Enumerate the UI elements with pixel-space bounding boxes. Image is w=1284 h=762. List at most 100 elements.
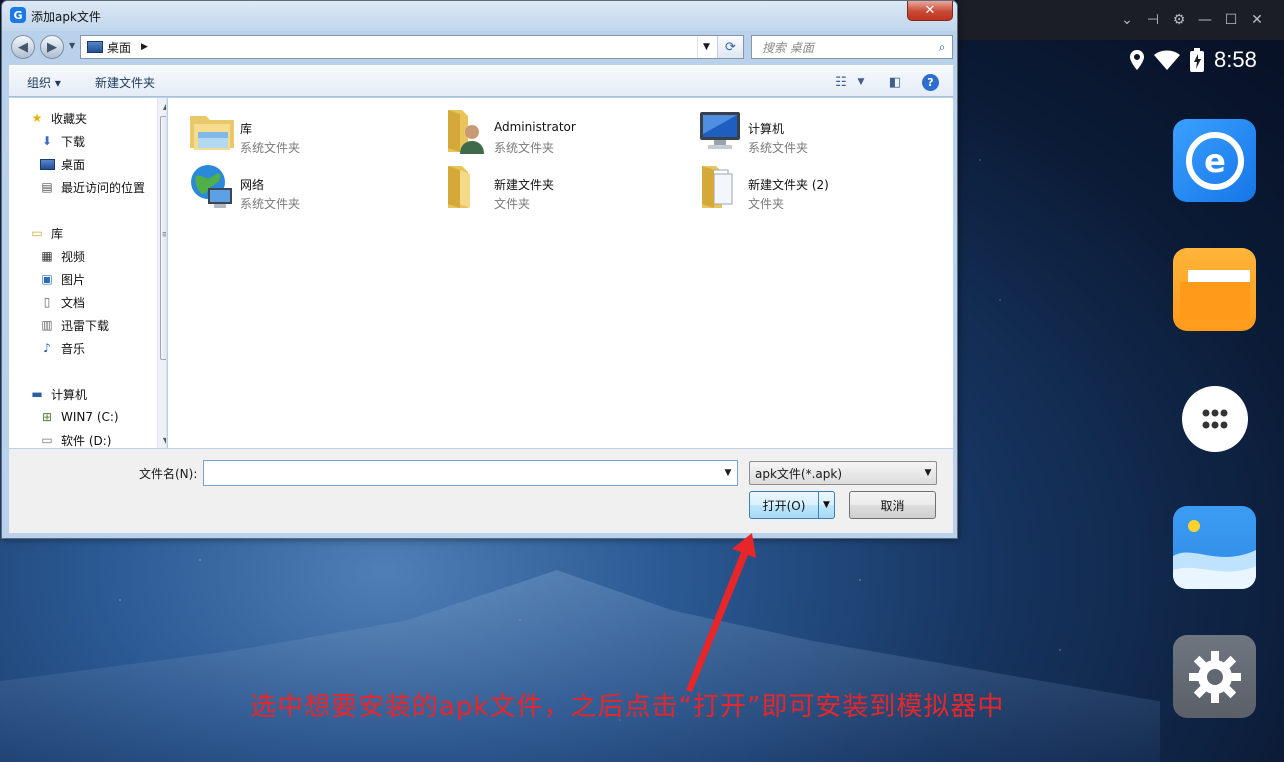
address-location[interactable]: 桌面 — [107, 39, 131, 56]
filetype-value: apk文件(*.apk) — [755, 466, 843, 481]
nav-desktop-label: 桌面 — [61, 157, 86, 172]
music-icon: ♪ — [43, 341, 51, 355]
nav-videos-label: 视频 — [61, 249, 86, 264]
location-icon — [1130, 50, 1144, 70]
gear-icon[interactable]: ⚙ — [1166, 0, 1192, 40]
file-list: 库 系统文件夹 Administrator 系统文件夹 计算机 系统文件夹 网络… — [168, 98, 953, 448]
nav-scrollbar[interactable]: ▲ ≡ ▼ — [157, 98, 166, 448]
nav-desktop[interactable]: 桌面 — [39, 154, 85, 174]
emulator-title-bar: ⌄ ⊣ ⚙ — ☐ ✕ — [958, 0, 1284, 40]
computer-icon — [700, 112, 740, 149]
file-name: Administrator — [494, 120, 576, 134]
filetype-select[interactable]: apk文件(*.apk) ▼ — [749, 461, 937, 485]
close-icon[interactable]: ✕ — [1244, 0, 1270, 40]
drive-icon: ▭ — [41, 433, 53, 447]
file-type: 系统文件夹 — [748, 141, 809, 155]
nav-libraries[interactable]: ▭ 库 — [29, 223, 63, 243]
file-item-new-folder-2[interactable]: 新建文件夹 (2) 文件夹 — [696, 162, 936, 212]
breadcrumb-arrow-icon[interactable]: ▶ — [141, 42, 148, 52]
forward-arrow-icon: ▶ — [47, 39, 57, 55]
file-type: 文件夹 — [494, 197, 531, 211]
nav-videos[interactable]: ▦ 视频 — [39, 246, 85, 266]
network-globe-icon — [191, 165, 232, 208]
nav-music-label: 音乐 — [61, 341, 86, 356]
nav-pictures-label: 图片 — [61, 272, 86, 287]
nav-computer-label: 计算机 — [51, 387, 88, 402]
file-item-new-folder[interactable]: 新建文件夹 文件夹 — [442, 162, 682, 212]
view-dropdown-icon[interactable]: ▼ — [851, 73, 871, 91]
browser-app-icon[interactable]: e — [1173, 119, 1256, 202]
nav-drive-c[interactable]: ⊞ WIN7 (C:) — [39, 407, 119, 427]
nav-drive-d[interactable]: ▭ 软件 (D:) — [39, 430, 111, 448]
recent-pages-dropdown[interactable]: ▼ — [69, 41, 75, 50]
app-drawer-icon[interactable] — [1173, 377, 1256, 460]
add-apk-dialog: G 添加apk文件 ✕ ◀ ▶ ▼ 桌面 ▶ ▼ ⟳ 搜索 桌面 ⌕ 组织 ▾ … — [1, 0, 958, 539]
navigation-pane: ★ 收藏夹 ⬇ 下载 桌面 ▤ 最近访问的位置 ▭ 库 ▦ 视频 ▣ 图片 ▯ 文档 ▥ 迅雷下… — [9, 98, 167, 448]
address-dropdown[interactable]: ▼ — [697, 36, 715, 58]
dialog-close-button[interactable]: ✕ — [907, 1, 953, 21]
scroll-up-icon[interactable]: ▲ — [158, 98, 166, 114]
nav-xunlei-label: 迅雷下载 — [61, 318, 110, 333]
folder-with-documents-icon — [702, 166, 733, 208]
filename-input[interactable] — [207, 462, 707, 484]
folder-icon: ▥ — [41, 318, 53, 332]
minimize-icon[interactable]: — — [1192, 0, 1218, 40]
recent-places-icon: ▤ — [41, 180, 53, 194]
desktop-icon — [39, 157, 55, 171]
user-folder-icon — [448, 110, 484, 154]
search-box[interactable]: 搜索 桌面 ⌕ — [751, 35, 953, 59]
file-name: 新建文件夹 — [494, 178, 555, 192]
open-button-label: 打开(O) — [762, 498, 806, 513]
filename-field[interactable]: ▼ — [203, 460, 738, 486]
nav-documents[interactable]: ▯ 文档 — [39, 292, 85, 312]
nav-favorites-label: 收藏夹 — [51, 111, 88, 126]
file-name: 网络 — [240, 178, 265, 192]
chevron-down-icon: ▼ — [924, 468, 932, 478]
preview-pane-icon[interactable]: ◧ — [885, 73, 905, 91]
app-logo-icon: G — [10, 7, 26, 23]
search-icon[interactable]: ⌕ — [932, 40, 952, 55]
nav-favorites[interactable]: ★ 收藏夹 — [29, 108, 87, 128]
file-item-administrator[interactable]: Administrator 系统文件夹 — [442, 106, 682, 156]
file-manager-app-icon[interactable] — [1173, 248, 1256, 331]
folder-icon — [448, 166, 470, 208]
open-split-dropdown-icon[interactable]: ▼ — [818, 492, 834, 518]
open-button[interactable]: 打开(O) ▼ — [749, 491, 835, 519]
nav-music[interactable]: ♪ 音乐 — [39, 338, 85, 358]
gallery-app-icon[interactable] — [1173, 506, 1256, 589]
dialog-title-bar: G 添加apk文件 ✕ — [2, 1, 957, 31]
cancel-button[interactable]: 取消 — [849, 491, 936, 519]
dialog-title: 添加apk文件 — [31, 10, 101, 24]
navigation-row: ◀ ▶ ▼ 桌面 ▶ ▼ ⟳ 搜索 桌面 ⌕ — [9, 33, 953, 61]
file-name: 新建文件夹 (2) — [748, 178, 829, 192]
address-bar[interactable]: 桌面 ▶ ▼ ⟳ — [80, 35, 744, 59]
search-input[interactable]: 搜索 桌面 — [762, 39, 932, 56]
nav-pictures[interactable]: ▣ 图片 — [39, 269, 85, 289]
nav-recent[interactable]: ▤ 最近访问的位置 — [39, 177, 145, 197]
file-item-network[interactable]: 网络 系统文件夹 — [188, 162, 428, 212]
library-folder-icon — [190, 116, 234, 150]
nav-drive-c-label: WIN7 (C:) — [61, 410, 119, 424]
chevron-down-icon[interactable]: ⌄ — [1114, 0, 1140, 40]
pin-icon[interactable]: ⊣ — [1140, 0, 1166, 40]
file-item-library[interactable]: 库 系统文件夹 — [188, 106, 428, 156]
new-folder-button[interactable]: 新建文件夹 — [95, 74, 155, 91]
nav-xunlei[interactable]: ▥ 迅雷下载 — [39, 315, 109, 335]
help-icon[interactable]: ? — [922, 74, 939, 91]
back-arrow-icon: ◀ — [18, 39, 28, 55]
settings-app-icon[interactable] — [1173, 635, 1256, 718]
windows-drive-icon: ⊞ — [41, 410, 53, 424]
nav-computer[interactable]: ▬ 计算机 — [29, 384, 87, 404]
maximize-icon[interactable]: ☐ — [1218, 0, 1244, 40]
filename-dropdown-icon[interactable]: ▼ — [719, 461, 737, 485]
nav-downloads[interactable]: ⬇ 下载 — [39, 131, 85, 151]
back-button[interactable]: ◀ — [11, 35, 35, 59]
view-options-icon[interactable]: ☷ — [831, 73, 851, 91]
computer-icon: ▬ — [31, 387, 43, 401]
forward-button[interactable]: ▶ — [40, 35, 64, 59]
scroll-down-icon[interactable]: ▼ — [158, 432, 166, 448]
organize-menu[interactable]: 组织 ▾ — [27, 74, 61, 91]
nav-documents-label: 文档 — [61, 295, 86, 310]
refresh-icon[interactable]: ⟳ — [717, 36, 743, 58]
file-item-computer[interactable]: 计算机 系统文件夹 — [696, 106, 936, 156]
